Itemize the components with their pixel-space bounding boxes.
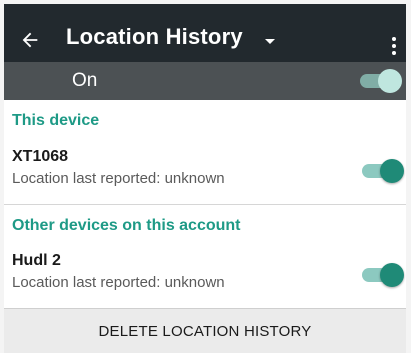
page-title: Location History [66, 24, 243, 49]
delete-location-history-button[interactable]: DELETE LOCATION HISTORY [4, 308, 406, 353]
device-toggle-hudl-2[interactable] [362, 261, 404, 289]
more-vert-icon [392, 37, 396, 41]
device-toggle-xt1068[interactable] [362, 157, 404, 185]
device-name: Hudl 2 [12, 252, 61, 269]
divider [4, 204, 406, 205]
app-screen: Location History On This device XT1068 L… [4, 4, 406, 353]
back-button[interactable] [16, 26, 44, 54]
master-toggle[interactable] [360, 67, 402, 95]
delete-button-label: DELETE LOCATION HISTORY [98, 323, 312, 340]
master-switch-bar[interactable]: On [4, 62, 406, 100]
overflow-menu-button[interactable] [386, 32, 402, 60]
device-row-hudl-2[interactable]: Hudl 2 Location last reported: unknown [4, 248, 406, 304]
arrow-left-icon [22, 32, 38, 48]
device-status: Location last reported: unknown [12, 274, 225, 291]
master-switch-label: On [72, 70, 98, 91]
caret-down-icon [264, 38, 275, 44]
device-row-xt1068[interactable]: XT1068 Location last reported: unknown [4, 144, 406, 200]
section-header-this-device: This device [12, 112, 100, 129]
device-status: Location last reported: unknown [12, 170, 225, 187]
device-name: XT1068 [12, 148, 69, 165]
section-header-other-devices: Other devices on this account [12, 217, 241, 234]
title-dropdown[interactable]: Location History [66, 20, 275, 54]
toolbar: Location History [4, 4, 406, 62]
